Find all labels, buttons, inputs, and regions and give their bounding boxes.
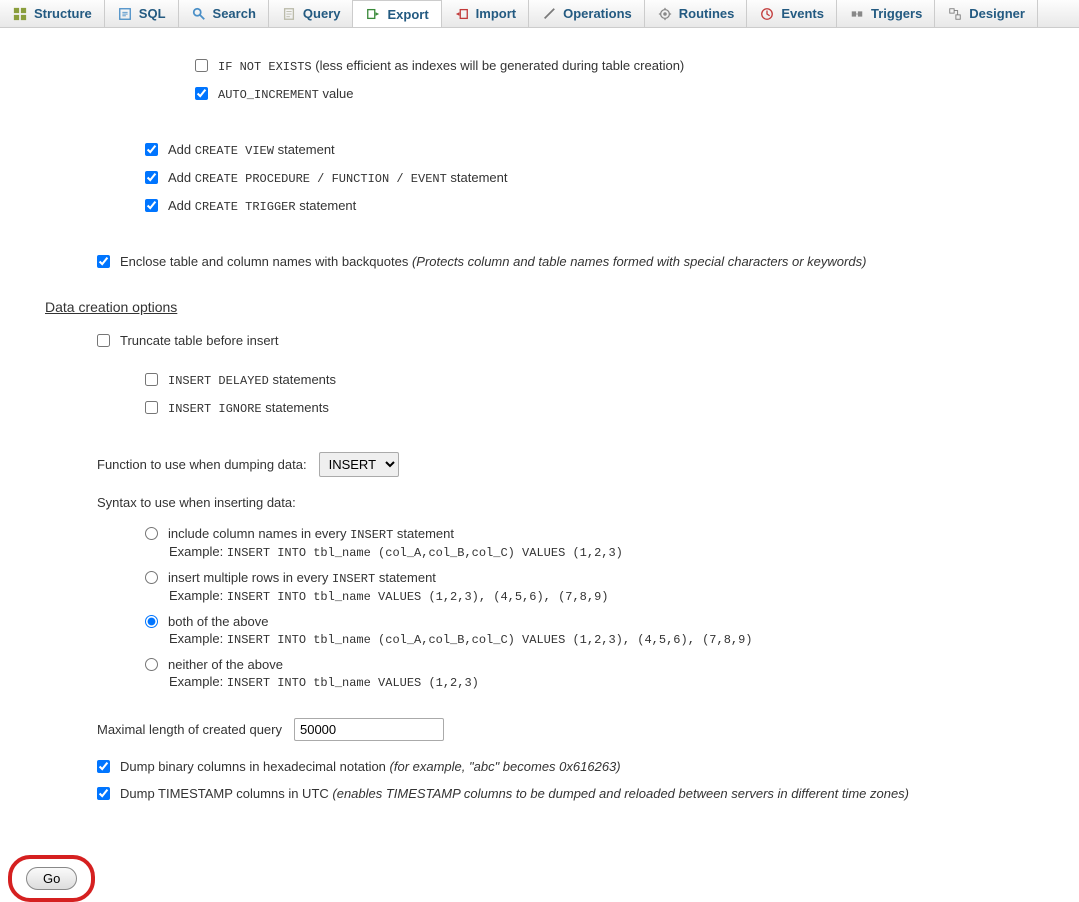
insert-ignore-label: INSERT IGNORE statements [168,400,329,416]
create-view-checkbox[interactable] [145,143,158,156]
go-highlight: Go [8,855,95,902]
operations-icon [541,6,557,22]
syntax-columns-example: Example: INSERT INTO tbl_name (col_A,col… [169,544,1034,560]
tab-label: Search [213,6,256,21]
syntax-radio-neither[interactable] [145,658,158,671]
tab-designer[interactable]: Designer [935,0,1038,27]
syntax-radio-both[interactable] [145,615,158,628]
hex-checkbox[interactable] [97,760,110,773]
syntax-neither-example: Example: INSERT INTO tbl_name VALUES (1,… [169,674,1034,690]
structure-icon [12,6,28,22]
tab-operations[interactable]: Operations [529,0,645,27]
syntax-radio-columns[interactable] [145,527,158,540]
backquotes-checkbox[interactable] [97,255,110,268]
tab-label: Query [303,6,341,21]
create-procedure-label: Add CREATE PROCEDURE / FUNCTION / EVENT … [168,170,508,186]
truncate-checkbox[interactable] [97,334,110,347]
insert-delayed-label: INSERT DELAYED statements [168,372,336,388]
syntax-columns-label: include column names in every INSERT sta… [168,526,454,542]
triggers-icon [849,6,865,22]
syntax-multirow-label: insert multiple rows in every INSERT sta… [168,570,436,586]
tab-label: Operations [563,6,632,21]
syntax-multirow-example: Example: INSERT INTO tbl_name VALUES (1,… [169,588,1034,604]
routines-icon [657,6,673,22]
query-icon [281,6,297,22]
auto-increment-label: AUTO_INCREMENT value [218,86,354,102]
hex-label: Dump binary columns in hexadecimal notat… [120,759,621,774]
syntax-label: Syntax to use when inserting data: [97,495,1034,510]
utc-checkbox[interactable] [97,787,110,800]
tab-label: Structure [34,6,92,21]
go-button[interactable]: Go [26,867,77,890]
designer-icon [947,6,963,22]
tab-routines[interactable]: Routines [645,0,748,27]
insert-delayed-checkbox[interactable] [145,373,158,386]
import-icon [454,6,470,22]
auto-increment-checkbox[interactable] [195,87,208,100]
tab-events[interactable]: Events [747,0,837,27]
events-icon [759,6,775,22]
tab-label: Designer [969,6,1025,21]
tab-label: Import [476,6,516,21]
tab-label: SQL [139,6,166,21]
tab-import[interactable]: Import [442,0,529,27]
tab-label: Events [781,6,824,21]
search-icon [191,6,207,22]
tab-structure[interactable]: Structure [0,0,105,27]
tab-label: Export [387,7,428,22]
tab-query[interactable]: Query [269,0,354,27]
function-select[interactable]: INSERT [319,452,399,477]
tab-export[interactable]: Export [353,0,441,27]
utc-label: Dump TIMESTAMP columns in UTC (enables T… [120,786,909,801]
insert-ignore-checkbox[interactable] [145,401,158,414]
maxlen-label: Maximal length of created query [97,722,282,737]
create-procedure-checkbox[interactable] [145,171,158,184]
truncate-label: Truncate table before insert [120,333,279,348]
export-icon [365,6,381,22]
tab-search[interactable]: Search [179,0,269,27]
top-tabs: Structure SQL Search Query Export Import… [0,0,1079,28]
if-not-exists-label: IF NOT EXISTS (less efficient as indexes… [218,58,684,74]
create-trigger-checkbox[interactable] [145,199,158,212]
syntax-neither-label: neither of the above [168,657,283,672]
sql-icon [117,6,133,22]
tab-sql[interactable]: SQL [105,0,179,27]
maxlen-input[interactable] [294,718,444,741]
syntax-both-example: Example: INSERT INTO tbl_name (col_A,col… [169,631,1034,647]
create-trigger-label: Add CREATE TRIGGER statement [168,198,356,214]
syntax-radio-multirow[interactable] [145,571,158,584]
tab-triggers[interactable]: Triggers [837,0,935,27]
create-view-label: Add CREATE VIEW statement [168,142,335,158]
data-creation-heading: Data creation options [45,299,1034,315]
tab-label: Triggers [871,6,922,21]
function-label: Function to use when dumping data: [97,457,307,472]
tab-label: Routines [679,6,735,21]
if-not-exists-checkbox[interactable] [195,59,208,72]
backquotes-label: Enclose table and column names with back… [120,254,866,269]
syntax-both-label: both of the above [168,614,268,629]
